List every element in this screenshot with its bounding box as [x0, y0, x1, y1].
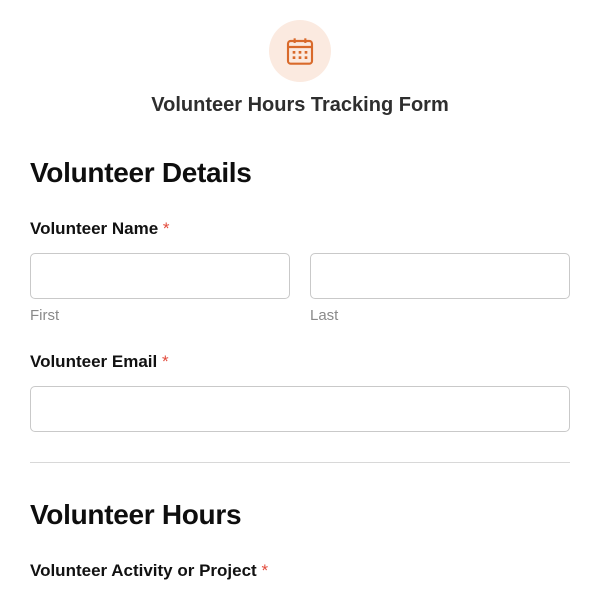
last-name-col: Last	[310, 253, 570, 324]
last-name-input[interactable]	[310, 253, 570, 299]
form-page: Volunteer Hours Tracking Form Volunteer …	[0, 0, 600, 581]
last-name-sublabel: Last	[310, 307, 570, 324]
volunteer-activity-label-text: Volunteer Activity or Project	[30, 561, 257, 580]
form-title: Volunteer Hours Tracking Form	[30, 94, 570, 117]
calendar-icon	[284, 35, 316, 67]
volunteer-name-label-text: Volunteer Name	[30, 219, 158, 238]
section-divider	[30, 462, 570, 463]
section-heading-hours: Volunteer Hours	[30, 499, 570, 531]
first-name-sublabel: First	[30, 307, 290, 324]
form-header: Volunteer Hours Tracking Form	[30, 20, 570, 117]
section-heading-details: Volunteer Details	[30, 157, 570, 189]
volunteer-name-group: Volunteer Name * First Last	[30, 219, 570, 324]
volunteer-email-group: Volunteer Email *	[30, 352, 570, 432]
first-name-input[interactable]	[30, 253, 290, 299]
first-name-col: First	[30, 253, 290, 324]
email-input[interactable]	[30, 386, 570, 432]
volunteer-activity-label: Volunteer Activity or Project *	[30, 561, 570, 581]
volunteer-email-label: Volunteer Email *	[30, 352, 570, 372]
volunteer-name-label: Volunteer Name *	[30, 219, 570, 239]
required-mark: *	[163, 219, 170, 238]
volunteer-email-label-text: Volunteer Email	[30, 352, 157, 371]
header-icon-circle	[269, 20, 331, 82]
required-mark: *	[261, 561, 268, 580]
required-mark: *	[162, 352, 169, 371]
name-row: First Last	[30, 253, 570, 324]
volunteer-activity-group: Volunteer Activity or Project *	[30, 561, 570, 581]
